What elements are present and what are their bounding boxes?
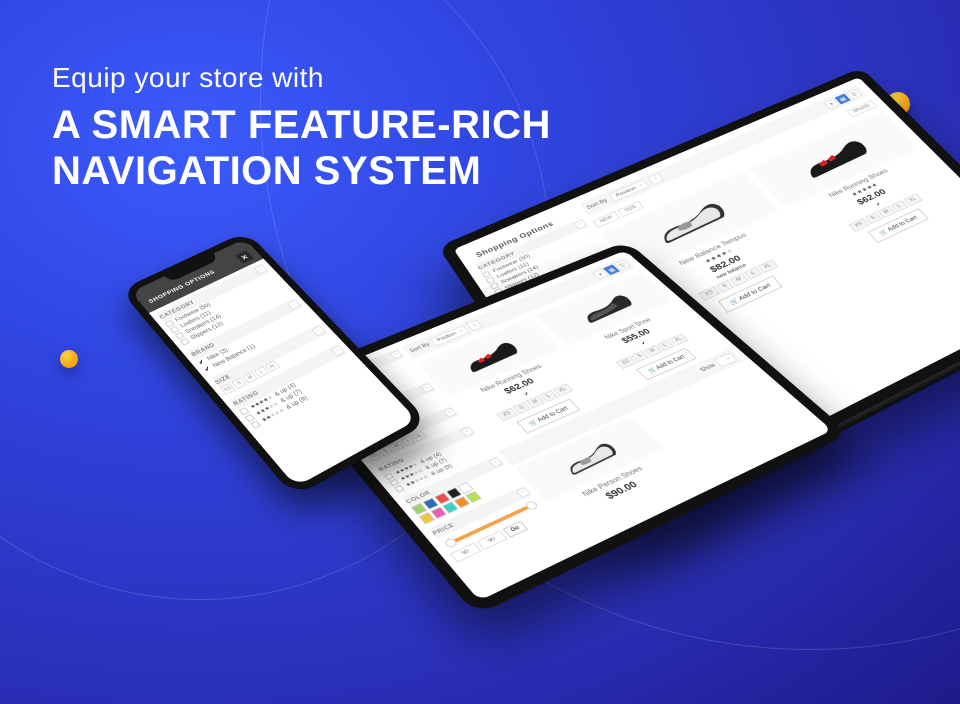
price-go-button[interactable]: Go [503,521,529,538]
price-max-input[interactable] [477,530,508,550]
show-select[interactable] [713,353,737,368]
product-size-option[interactable]: XS [698,286,720,301]
headline-line1: A SMART FEATURE-RICH [52,102,551,148]
headline-line2: NAVIGATION SYSTEM [52,148,551,194]
product-size-option[interactable]: XL [757,259,778,273]
sort-select[interactable]: Position [429,325,470,346]
sort-direction-button[interactable]: ↑ [648,173,665,185]
headline-sub: Equip your store with [52,62,551,94]
sort-by-label: Sort By [586,198,609,210]
close-icon[interactable]: ✕ [235,250,254,264]
marketing-headline: Equip your store with A SMART FEATURE-RI… [52,62,551,194]
show-label: Show [699,363,717,373]
decorative-orb [60,350,78,368]
sort-direction-button[interactable]: ↑ [466,320,484,331]
